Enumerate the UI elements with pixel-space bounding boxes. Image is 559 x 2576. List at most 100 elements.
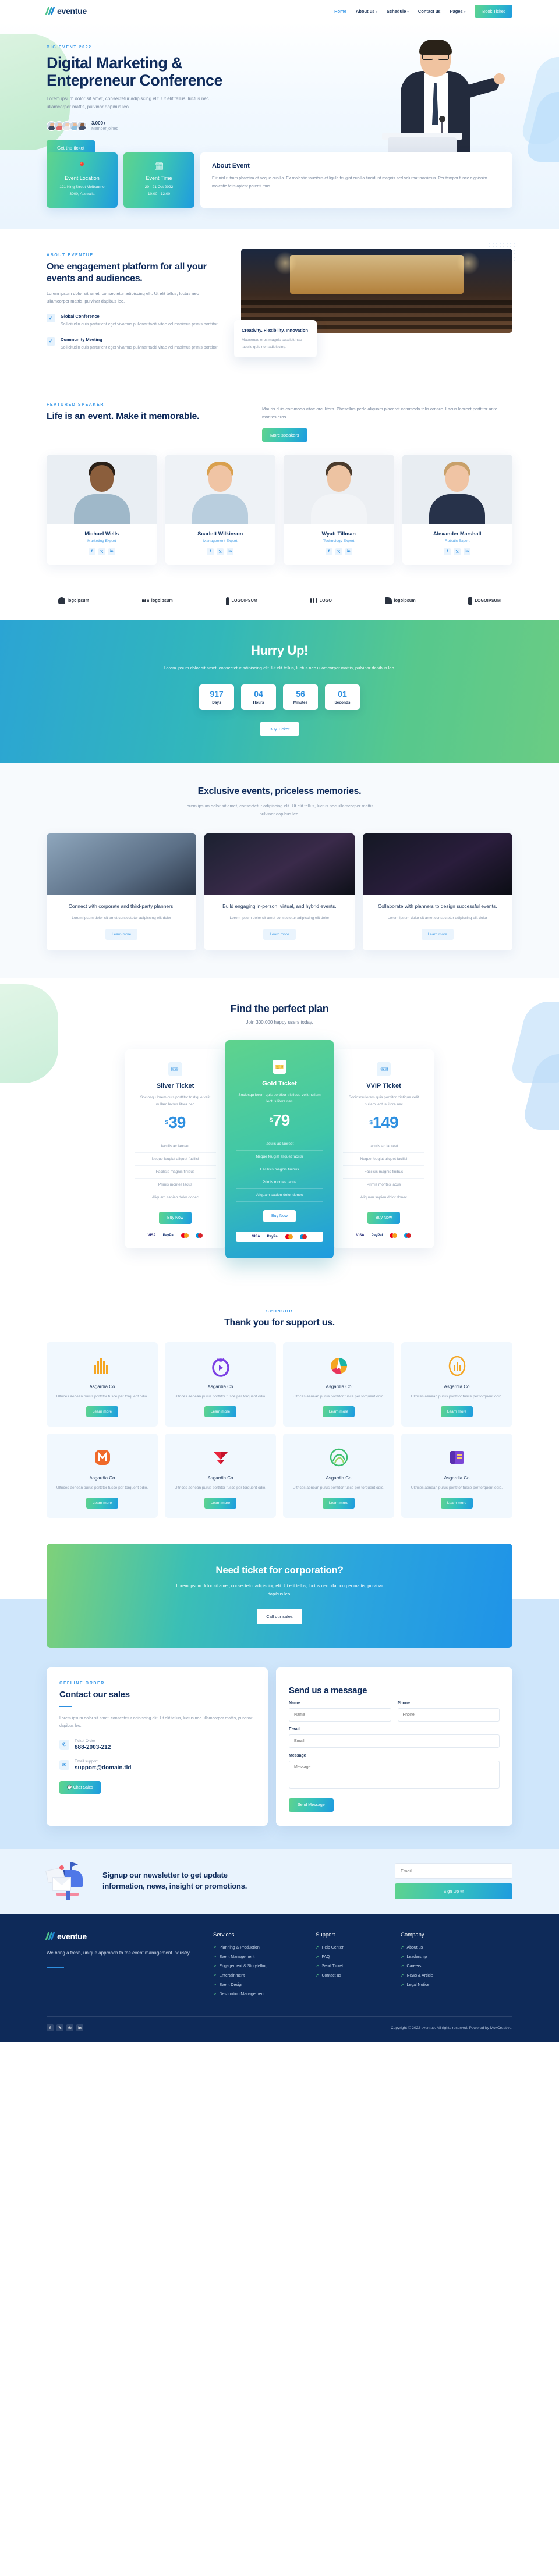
linkedin-icon[interactable]: in <box>227 548 234 555</box>
email-input[interactable] <box>289 1734 500 1748</box>
learn-more-button[interactable]: Learn more <box>86 1406 119 1418</box>
name-label: Name <box>289 1701 300 1706</box>
price-value: 149 <box>372 1113 399 1132</box>
speakers-heading: FEATURED SPEAKER Life is an event. Make … <box>47 403 239 423</box>
footer-logo[interactable]: eventue <box>45 1932 192 1941</box>
buy-now-button[interactable]: Buy Now <box>158 1212 192 1225</box>
twitter-icon[interactable]: 𝕏 <box>454 548 461 555</box>
facebook-icon[interactable]: f <box>325 548 332 555</box>
buy-now-button[interactable]: Buy Now <box>263 1209 296 1222</box>
learn-more-button[interactable]: Learn more <box>105 928 138 940</box>
arrow-up-right-icon: ↗ <box>213 1992 217 1997</box>
learn-more-button[interactable]: Learn more <box>322 1406 355 1418</box>
countdown-hours: 04 Hours <box>241 684 276 711</box>
footer-link[interactable]: ↗ News & Article <box>401 1973 433 1978</box>
footer-link[interactable]: ↗ Destination Management <box>213 1992 295 1997</box>
learn-more-button[interactable]: Learn more <box>440 1498 473 1509</box>
facebook-icon[interactable]: f <box>88 548 95 555</box>
learn-more-button[interactable]: Learn more <box>204 1406 237 1418</box>
speaker-name: Scarlett Wilkinson <box>197 530 243 537</box>
facebook-icon[interactable]: f <box>444 548 451 555</box>
nav-item-home[interactable]: Home <box>334 9 346 14</box>
footer-link[interactable]: ↗ Contact us <box>316 1973 380 1978</box>
call-our-sales-button[interactable]: Call our sales <box>257 1609 302 1625</box>
arrow-up-right-icon: ↗ <box>401 1974 404 1978</box>
linkedin-icon[interactable]: in <box>108 548 115 555</box>
footer-link[interactable]: ↗ Leadership <box>401 1954 433 1960</box>
message-textarea[interactable] <box>289 1761 500 1789</box>
footer-link[interactable]: ↗ Send Ticket <box>316 1964 380 1969</box>
maestro-icon <box>299 1234 307 1239</box>
footer-link[interactable]: ↗ About us <box>401 1945 433 1950</box>
site-header: eventue Home About us ▾ Schedule ▾ Contact… <box>0 0 559 22</box>
logo-ipsum-1: logoipsum <box>58 597 89 605</box>
chevron-down-icon: ▾ <box>376 10 377 14</box>
maestro-icon <box>404 1233 412 1239</box>
plan-feature: Iaculis ac laoreet <box>236 1138 323 1151</box>
footer-link[interactable]: ↗ Planning & Production <box>213 1945 295 1950</box>
event-time-line-1: 20 - 21 Oct 2022 <box>144 185 174 190</box>
buy-now-button[interactable]: Buy Now <box>367 1212 400 1225</box>
buy-ticket-button[interactable]: Buy Ticket <box>260 722 299 737</box>
chat-sales-button[interactable]: 💬 Chat Sales <box>59 1780 101 1794</box>
learn-more-button[interactable]: Learn more <box>263 928 296 940</box>
footer-link[interactable]: ↗ Help Center <box>316 1945 380 1950</box>
name-input[interactable] <box>289 1708 391 1722</box>
phone-value[interactable]: 888-2003-212 <box>75 1744 111 1751</box>
linkedin-icon[interactable]: in <box>76 2024 83 2032</box>
email-value[interactable]: support@domain.tld <box>75 1765 132 1771</box>
newsletter-email-input[interactable] <box>395 1863 512 1879</box>
learn-more-button[interactable]: Learn more <box>440 1406 473 1418</box>
send-message-button[interactable]: Send Message <box>289 1798 334 1812</box>
arrow-up-right-icon: ↗ <box>213 1974 217 1978</box>
nav-item-schedule[interactable]: Schedule ▾ <box>387 9 409 14</box>
learn-more-button[interactable]: Learn more <box>421 928 454 940</box>
learn-more-button[interactable]: Learn more <box>322 1498 355 1509</box>
footer-link[interactable]: ↗ Event Management <box>213 1954 295 1960</box>
speaker-card[interactable]: Scarlett Wilkinson Management Expert f𝕏i… <box>165 454 275 565</box>
hero-eyebrow: BIG EVENT 2022 <box>47 45 92 49</box>
nav-item-about-us[interactable]: About us ▾ <box>356 9 377 14</box>
logo-ipsum-6: LOGOIPSUM <box>468 597 501 605</box>
gallery-card: Build engaging in-person, virtual, and h… <box>204 833 355 950</box>
instagram-icon[interactable]: ◎ <box>66 2024 73 2032</box>
speaker-social-links: f 𝕏in <box>402 548 513 555</box>
plan-feature: Neque feugiat aliquet facilisi <box>135 1153 216 1166</box>
footer-link[interactable]: ↗ Legal Notice <box>401 1982 433 1988</box>
sponsor-name: Asgardia Co <box>207 1475 233 1481</box>
linkedin-icon[interactable]: in <box>345 548 352 555</box>
linkedin-icon[interactable]: in <box>464 548 471 555</box>
logo-label: logoipsum <box>151 598 173 603</box>
footer-link[interactable]: ↗ Entertainment <box>213 1973 295 1978</box>
footer-link[interactable]: ↗ Event Design <box>213 1982 295 1988</box>
visa-icon: VISA <box>147 1234 156 1238</box>
logo[interactable]: eventue <box>45 6 87 16</box>
sign-up-button[interactable]: Sign Up ✉ <box>395 1883 512 1900</box>
phone-input[interactable] <box>397 1708 500 1722</box>
event-location-card: 📍 Event Location 121 King Street Melbour… <box>47 152 118 208</box>
twitter-icon[interactable]: 𝕏 <box>335 548 342 555</box>
logo-mark-icon <box>45 1932 55 1940</box>
mastercard-icon <box>390 1233 397 1239</box>
learn-more-button[interactable]: Learn more <box>86 1498 119 1509</box>
copyright-text: Copyright © 2022 eventue, All rights res… <box>391 2025 512 2030</box>
nav-item-pages[interactable]: Pages ▾ <box>450 9 466 14</box>
more-speakers-button[interactable]: More speakers <box>262 428 307 442</box>
speaker-card[interactable]: Michael Wells Marketing Expert f 𝕏in <box>47 454 157 565</box>
twitter-icon[interactable]: 𝕏 <box>56 2024 63 2032</box>
nav-item-contact-us[interactable]: Contact us <box>418 9 441 14</box>
speaker-card[interactable]: Alexander Marshall Robotic Expert f 𝕏in <box>402 454 513 565</box>
gallery-image <box>204 833 355 895</box>
orange-oval-logo <box>409 1353 504 1379</box>
facebook-icon[interactable]: f <box>47 2024 54 2032</box>
footer-link[interactable]: ↗ Careers <box>401 1964 433 1969</box>
book-ticket-button[interactable]: Book Ticket <box>475 4 512 18</box>
facebook-icon[interactable]: f <box>207 548 214 555</box>
twitter-icon[interactable]: 𝕏 <box>98 548 105 555</box>
footer-link[interactable]: ↗ Engagement & Storytelling <box>213 1964 295 1969</box>
learn-more-button[interactable]: Learn more <box>204 1498 237 1509</box>
speaker-card[interactable]: Wyatt Tillman Technology Expert f 𝕏in <box>284 454 394 565</box>
footer-link[interactable]: ↗ FAQ <box>316 1954 380 1960</box>
twitter-icon[interactable]: 𝕏 <box>217 548 224 555</box>
sponsor-text: Ultrices aenean purus porttitor fusce pe… <box>174 1394 267 1399</box>
